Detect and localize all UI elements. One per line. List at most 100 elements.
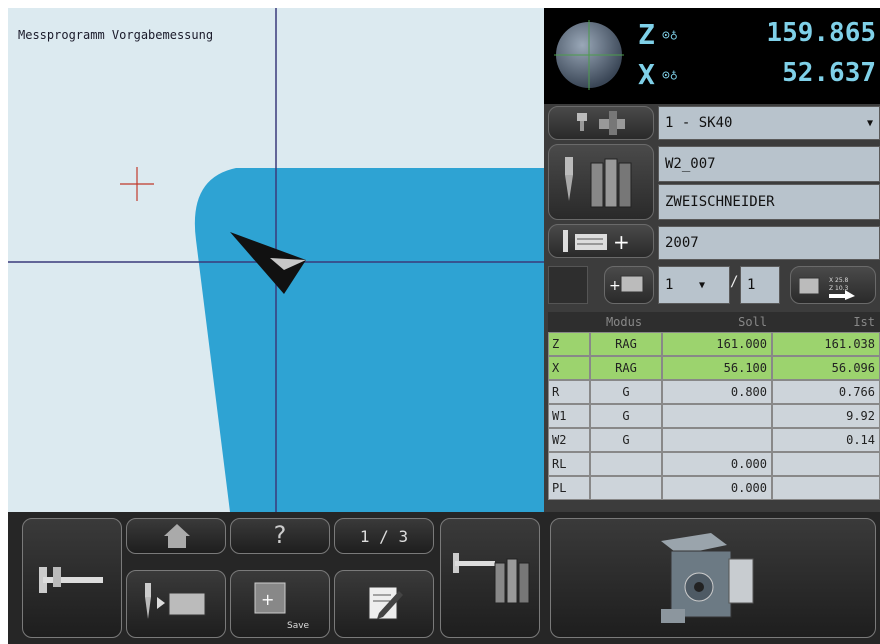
table-cell-ist[interactable]: 161.038 bbox=[772, 332, 880, 356]
dro-axis-z-mode-icon: ⊙♁ bbox=[662, 28, 678, 43]
table-cell-ist[interactable] bbox=[772, 476, 880, 500]
table-cell-ist[interactable]: 9.92 bbox=[772, 404, 880, 428]
table-header-cell: Modus bbox=[590, 312, 662, 332]
part-profile-graphic bbox=[8, 8, 544, 512]
table-cell-ist[interactable]: 56.096 bbox=[772, 356, 880, 380]
table-header-cell: Soll bbox=[662, 312, 772, 332]
table-header-row: Modus Soll Ist bbox=[548, 312, 880, 332]
svg-text:X 25.8: X 25.8 bbox=[829, 277, 849, 284]
table-row[interactable]: R G 0.800 0.766 bbox=[548, 380, 880, 404]
page-total-value: 1 bbox=[747, 277, 756, 293]
table-cell-soll[interactable]: 161.000 bbox=[662, 332, 772, 356]
tool-holder-button[interactable] bbox=[548, 106, 654, 140]
add-list-icon: + bbox=[563, 230, 630, 254]
table-cell-modus: G bbox=[590, 380, 662, 404]
part-profile-shape bbox=[194, 168, 544, 512]
table-cell-name: PL bbox=[548, 476, 590, 500]
table-cell-name: Z bbox=[548, 332, 590, 356]
table-cell-modus: G bbox=[590, 404, 662, 428]
dropdown-arrow-icon: ▼ bbox=[699, 279, 706, 291]
save-icon: + bbox=[254, 582, 286, 614]
table-cell-soll[interactable]: 0.000 bbox=[662, 452, 772, 476]
tool-name-field[interactable]: W2_007 bbox=[658, 146, 880, 182]
program-page-select[interactable]: 1 ▼ bbox=[658, 266, 730, 304]
page-indicator-label: 1 / 3 bbox=[359, 527, 409, 546]
page-separator: / bbox=[730, 274, 739, 290]
measurement-canvas[interactable]: Messprogramm Vorgabemessung bbox=[8, 8, 544, 512]
tool-to-screen-button[interactable] bbox=[126, 570, 226, 638]
table-cell-modus bbox=[590, 476, 662, 500]
table-row[interactable]: X RAG 56.100 56.096 bbox=[548, 356, 880, 380]
page-current: 1 bbox=[665, 277, 674, 293]
add-list-button[interactable]: + bbox=[548, 224, 654, 258]
dro-axis-x-mode-icon: ⊙♁ bbox=[662, 68, 678, 83]
app-window: Messprogramm Vorgabemessung Z ⊙♁ 159.865… bbox=[8, 8, 880, 644]
table-cell-ist[interactable]: 0.766 bbox=[772, 380, 880, 404]
edit-icon bbox=[368, 586, 403, 620]
caliper-toolset-icon bbox=[453, 553, 530, 604]
table-cell-name: W1 bbox=[548, 404, 590, 428]
table-cell-soll[interactable]: 56.100 bbox=[662, 356, 772, 380]
table-cell-ist[interactable]: 0.14 bbox=[772, 428, 880, 452]
table-row[interactable]: W1 G 9.92 bbox=[548, 404, 880, 428]
tool-type-field[interactable]: ZWEISCHNEIDER bbox=[658, 184, 880, 220]
tool-holder-icon bbox=[577, 111, 625, 135]
table-row[interactable]: PL 0.000 bbox=[548, 476, 880, 500]
tool-type-value: ZWEISCHNEIDER bbox=[665, 194, 775, 210]
table-cell-soll[interactable]: 0.800 bbox=[662, 380, 772, 404]
table-cell-soll[interactable] bbox=[662, 428, 772, 452]
measure-button[interactable] bbox=[22, 518, 122, 638]
dro-sphere-icon bbox=[554, 20, 624, 90]
save-label: Save bbox=[287, 621, 310, 631]
dropdown-arrow-icon: ▼ bbox=[866, 117, 873, 129]
dro-value-x: 52.637 bbox=[782, 58, 876, 88]
page-indicator-button[interactable]: 1 / 3 bbox=[334, 518, 434, 554]
tool-holder-value: 1 - SK40 bbox=[665, 115, 733, 131]
svg-text:+: + bbox=[609, 278, 621, 294]
table-cell-ist[interactable] bbox=[772, 452, 880, 476]
page-total: 1 bbox=[740, 266, 780, 304]
transfer-values-button[interactable]: X 25.8 Z 10.3 bbox=[790, 266, 876, 304]
help-button[interactable]: ? bbox=[230, 518, 330, 554]
svg-text:+: + bbox=[261, 590, 274, 609]
table-row[interactable]: Z RAG 161.000 161.038 bbox=[548, 332, 880, 356]
tool-library-button[interactable] bbox=[548, 144, 654, 220]
table-header-cell bbox=[548, 312, 590, 332]
table-cell-soll[interactable]: 0.000 bbox=[662, 476, 772, 500]
table-cell-name: R bbox=[548, 380, 590, 404]
save-button[interactable]: + Save bbox=[230, 570, 330, 638]
machine-preview-panel[interactable] bbox=[550, 518, 876, 638]
table-cell-modus: G bbox=[590, 428, 662, 452]
table-row[interactable]: W2 G 0.14 bbox=[548, 428, 880, 452]
tool-to-screen-icon bbox=[145, 583, 206, 619]
help-icon: ? bbox=[273, 521, 287, 549]
table-row[interactable]: RL 0.000 bbox=[548, 452, 880, 476]
dro-axis-z-label: Z bbox=[638, 18, 655, 51]
empty-slot bbox=[548, 266, 588, 304]
caliper-toolset-button[interactable] bbox=[440, 518, 540, 638]
tool-library-icon bbox=[565, 157, 632, 208]
transfer-values-icon: X 25.8 Z 10.3 bbox=[799, 277, 855, 300]
dro-axis-x-label: X bbox=[638, 58, 655, 91]
tool-holder-select[interactable]: 1 - SK40 ▼ bbox=[658, 106, 880, 140]
table-cell-name: RL bbox=[548, 452, 590, 476]
canvas-title: Messprogramm Vorgabemessung bbox=[18, 28, 214, 42]
table-cell-name: X bbox=[548, 356, 590, 380]
add-program-icon: + bbox=[609, 275, 644, 294]
dro-display: Z ⊙♁ 159.865 X ⊙♁ 52.637 bbox=[544, 8, 880, 104]
table-cell-modus bbox=[590, 452, 662, 476]
home-button[interactable] bbox=[126, 518, 226, 554]
table-cell-name: W2 bbox=[548, 428, 590, 452]
dro-value-z: 159.865 bbox=[766, 18, 876, 48]
edit-button[interactable] bbox=[334, 570, 434, 638]
tool-name-value: W2_007 bbox=[665, 156, 716, 172]
svg-text:+: + bbox=[613, 230, 630, 254]
bottom-toolbar: ? 1 / 3 + Save bbox=[8, 512, 880, 644]
table-header-cell: Ist bbox=[772, 312, 880, 332]
tool-number-field[interactable]: 2007 bbox=[658, 226, 880, 260]
machine-preview-image bbox=[661, 533, 754, 623]
table-cell-modus: RAG bbox=[590, 356, 662, 380]
measure-caliper-icon bbox=[39, 567, 103, 593]
add-program-button[interactable]: + bbox=[604, 266, 654, 304]
table-cell-soll[interactable] bbox=[662, 404, 772, 428]
